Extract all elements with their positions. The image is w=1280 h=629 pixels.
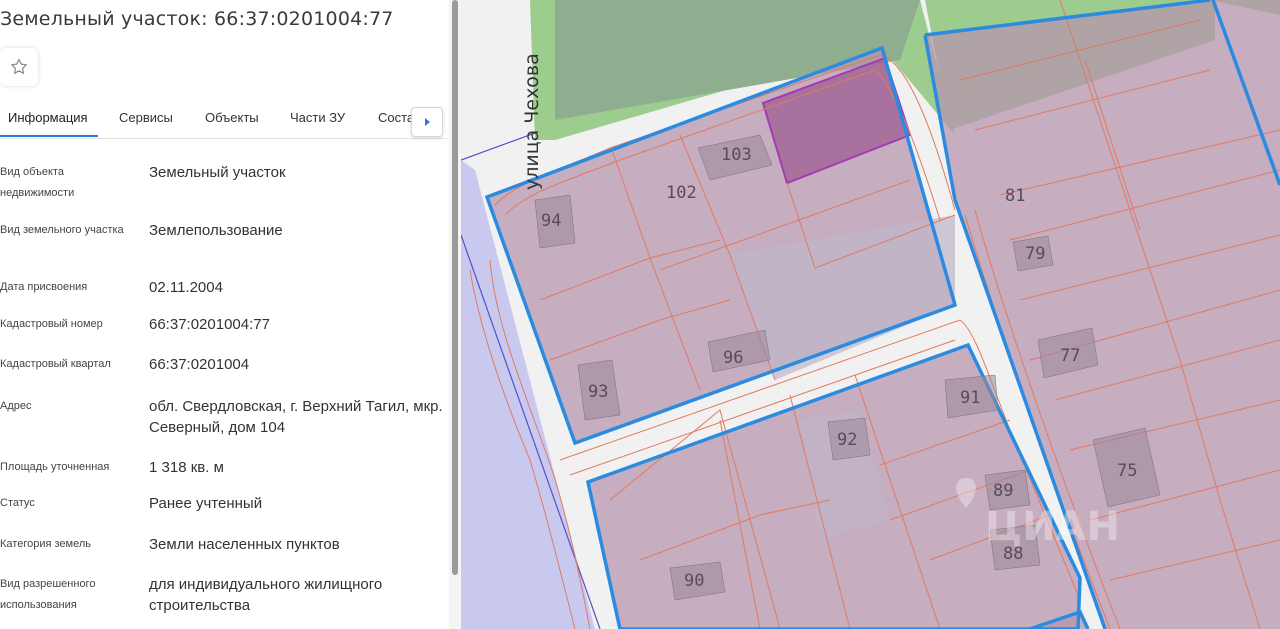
field-label: Вид объекта недвижимости	[0, 166, 75, 199]
scrollbar-thumb[interactable]	[452, 0, 458, 575]
parcel-number: 81	[1005, 186, 1025, 206]
parcel-number: 102	[666, 183, 697, 203]
tabs-next-button[interactable]	[411, 107, 443, 137]
tab-info[interactable]: Информация	[8, 110, 88, 125]
info-panel: Земельный участок: 66:37:0201004:77 Инфо…	[0, 0, 448, 629]
active-tab-indicator	[0, 135, 98, 137]
field-label: Площадь уточненная	[0, 461, 110, 473]
parcel-number: 77	[1060, 346, 1080, 366]
parcel-number: 91	[960, 388, 980, 408]
field-label: Категория земель	[0, 538, 91, 550]
chevron-right-icon	[425, 118, 430, 126]
parcel-number: 90	[684, 571, 704, 591]
parcel-number: 75	[1117, 461, 1137, 481]
panel-scrollbar[interactable]	[449, 0, 461, 629]
field-value: Землепользование	[149, 222, 283, 239]
street-label: улица Чехова	[521, 53, 543, 190]
field-value: 1 318 кв. м	[149, 459, 224, 476]
parcel-number: 92	[837, 430, 857, 450]
parcel-number: 103	[721, 145, 752, 165]
tab-composition[interactable]: Соста	[378, 110, 414, 125]
field-value: 66:37:0201004	[149, 356, 250, 373]
field-value: 02.11.2004	[149, 279, 223, 296]
parcel-number: 93	[588, 382, 608, 402]
field-value: Земельный участок	[149, 164, 286, 181]
field-value: для индивидуального жилищного строительс…	[149, 576, 383, 614]
parcel-number: 96	[723, 348, 743, 368]
parcel-number: 89	[993, 481, 1013, 501]
tab-objects[interactable]: Объекты	[205, 110, 259, 125]
tab-services[interactable]: Сервисы	[119, 110, 173, 125]
field-value: Ранее учтенный	[149, 495, 263, 512]
field-value: обл. Свердловская, г. Верхний Тагил, мкр…	[149, 398, 443, 436]
field-label: Статус	[0, 497, 35, 509]
page-title: Земельный участок: 66:37:0201004:77	[0, 8, 394, 30]
favorite-button[interactable]	[0, 48, 38, 86]
tab-parts[interactable]: Части ЗУ	[290, 110, 345, 125]
star-icon	[11, 58, 27, 74]
watermark-text: ЦИАН	[985, 504, 1120, 550]
map-canvas: 103 102 94 96 93 81 79 77 75 91 92 89 88…	[461, 0, 1280, 629]
field-label: Вид земельного участка	[0, 224, 124, 236]
field-label: Кадастровый квартал	[0, 358, 111, 370]
parcel-number: 94	[541, 211, 561, 231]
cadastral-map[interactable]: 103 102 94 96 93 81 79 77 75 91 92 89 88…	[461, 0, 1280, 629]
field-value: 66:37:0201004:77	[149, 316, 270, 333]
field-value: Земли населенных пунктов	[149, 536, 340, 553]
field-label: Дата присвоения	[0, 281, 88, 293]
parcel-number: 79	[1025, 244, 1045, 264]
tab-bar: Информация Сервисы Объекты Части ЗУ Сост…	[0, 100, 448, 139]
field-label: Кадастровый номер	[0, 318, 103, 330]
field-label: Адрес	[0, 400, 32, 412]
field-label: Вид разрешенного использования	[0, 578, 96, 611]
